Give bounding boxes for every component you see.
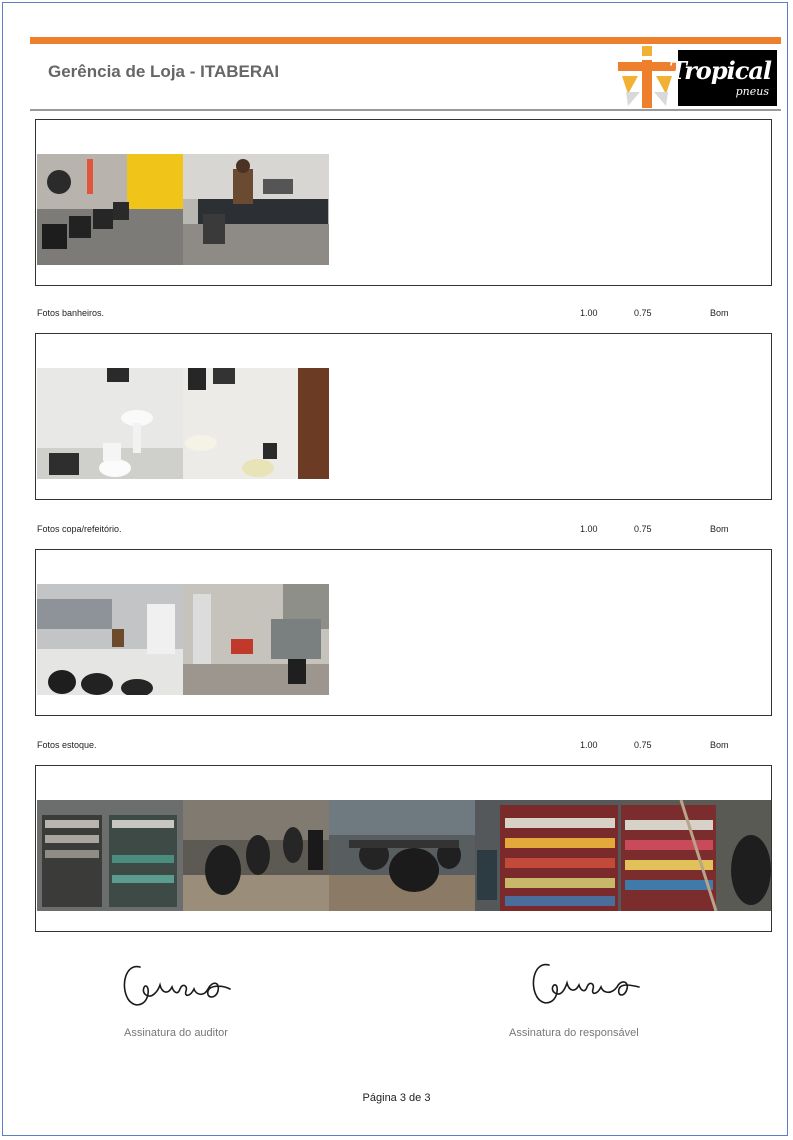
- photo-office: [183, 154, 329, 265]
- photo-box: [35, 765, 772, 932]
- item-rating: Bom: [710, 308, 729, 318]
- logo-wordmark: Tropical pneus: [669, 50, 777, 106]
- logo-mark-icon: [618, 46, 676, 108]
- item-label: Fotos banheiros.: [37, 308, 105, 318]
- photo-kitchen-1: [37, 584, 183, 695]
- photo-box: [35, 549, 772, 716]
- header-accent-bar: [30, 37, 781, 44]
- auditor-signature-label: Assinatura do auditor: [124, 1027, 228, 1039]
- item-score: 0.75: [634, 524, 652, 534]
- tropical-pneus-logo: Tropical pneus: [618, 46, 778, 108]
- photo-stock-5: [621, 800, 771, 911]
- item-weight: 1.00: [580, 524, 598, 534]
- photo-stock-2: [183, 800, 329, 911]
- responsible-signature-label: Assinatura do responsável: [509, 1027, 639, 1039]
- photo-stock-4: [475, 800, 621, 911]
- photo-stock-1: [37, 800, 183, 911]
- photo-box: [35, 333, 772, 500]
- header-rule: [30, 109, 781, 111]
- photo-bathroom-2: [183, 368, 329, 479]
- item-score: 0.75: [634, 308, 652, 318]
- item-rating: Bom: [710, 524, 729, 534]
- photo-kitchen-2: [183, 584, 329, 695]
- photo-box: [35, 119, 772, 286]
- page-title: Gerência de Loja - ITABERAI: [48, 62, 280, 81]
- page-number: Página 3 de 3: [362, 1092, 431, 1104]
- item-weight: 1.00: [580, 740, 598, 750]
- photo-waiting-room: [37, 154, 183, 265]
- item-label: Fotos estoque.: [37, 740, 97, 750]
- item-score: 0.75: [634, 740, 652, 750]
- item-label: Fotos copa/refeitório.: [37, 524, 122, 534]
- item-rating: Bom: [710, 740, 729, 750]
- responsible-signature-image: [525, 955, 660, 1017]
- photo-bathroom-1: [37, 368, 183, 479]
- item-weight: 1.00: [580, 308, 598, 318]
- auditor-signature-image: [118, 955, 253, 1017]
- photo-stock-3: [329, 800, 475, 911]
